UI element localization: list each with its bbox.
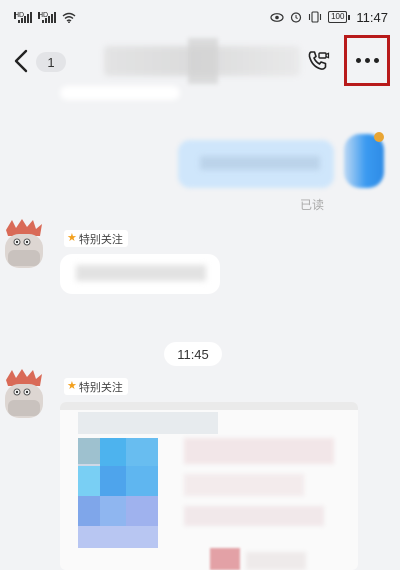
signal-icon-2: HD — [38, 11, 56, 23]
star-icon: ★ — [67, 380, 77, 392]
previous-message-redacted — [60, 86, 180, 100]
eye-icon — [270, 12, 284, 22]
unread-count-badge[interactable]: 1 — [36, 52, 66, 72]
chat-title-redacted-2 — [188, 38, 218, 84]
my-avatar[interactable] — [344, 134, 384, 188]
more-dot-icon — [373, 58, 379, 63]
vibrate-icon — [309, 11, 322, 23]
received-message-text-redacted — [76, 265, 206, 281]
battery-icon: 100 — [328, 11, 351, 23]
star-icon: ★ — [67, 232, 77, 244]
time-divider: 11:45 — [164, 342, 222, 366]
contact-avatar[interactable] — [2, 366, 46, 422]
chevron-left-icon — [14, 49, 28, 73]
battery-level: 100 — [328, 11, 348, 23]
more-dot-icon — [355, 58, 361, 63]
status-time: 11:47 — [356, 9, 388, 25]
more-dot-icon — [364, 58, 370, 63]
chat-header: 1 — [0, 34, 400, 88]
contact-avatar[interactable] — [2, 216, 46, 272]
special-follow-tag: ★ 特别关注 — [64, 378, 128, 395]
my-avatar-accent — [374, 132, 384, 142]
sent-message-text-redacted — [200, 156, 320, 170]
more-options-button[interactable] — [344, 35, 390, 86]
back-button[interactable] — [8, 47, 34, 75]
shared-card-message-redacted[interactable] — [60, 402, 358, 570]
status-right: 100 11:47 — [270, 10, 388, 25]
status-left: HD HD — [14, 11, 76, 23]
signal-icon: HD — [14, 11, 32, 23]
alarm-icon — [290, 12, 302, 23]
phone-call-button[interactable] — [304, 47, 332, 75]
wifi-icon — [62, 12, 76, 23]
read-status: 已读 — [300, 198, 325, 212]
tag-label: 特别关注 — [78, 381, 123, 394]
status-bar: HD HD 100 11:47 — [0, 0, 400, 34]
phone-video-icon — [308, 51, 330, 70]
tag-label: 特别关注 — [78, 233, 123, 246]
special-follow-tag: ★ 特别关注 — [64, 230, 128, 247]
